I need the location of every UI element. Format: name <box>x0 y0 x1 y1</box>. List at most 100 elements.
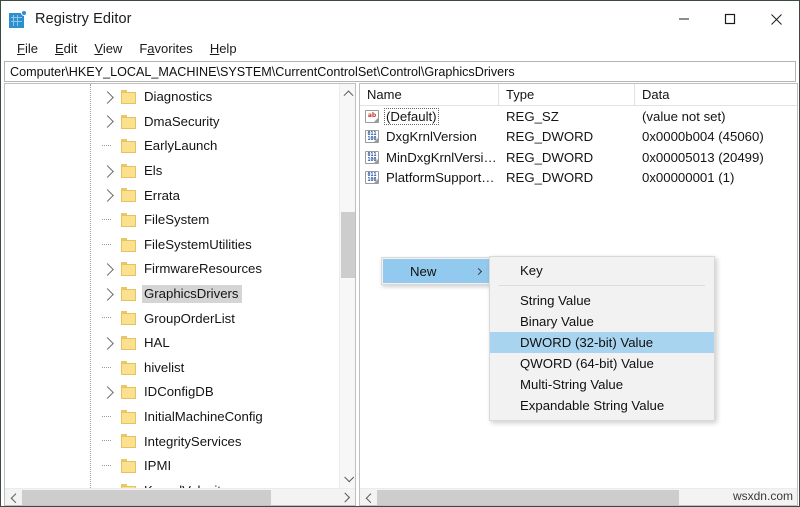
menu-file[interactable]: File <box>9 39 47 58</box>
tree-node-label: GroupOrderList <box>142 310 238 328</box>
folder-icon <box>121 361 136 375</box>
tree-node-label: IntegrityServices <box>142 433 244 451</box>
tree-node-label: hivelist <box>142 359 187 377</box>
listview-cell-name: 011100PlatformSupport… <box>360 170 499 185</box>
menu-bar: File Edit View Favorites Help <box>1 37 799 60</box>
context-menu-item-new-label: New <box>410 264 436 279</box>
tree-node-label: FirmwareResources <box>142 260 265 278</box>
folder-icon <box>121 336 136 350</box>
tree-node[interactable]: Errata <box>5 183 339 208</box>
context-submenu-item[interactable]: String Value <box>490 290 714 311</box>
maximize-button[interactable] <box>707 1 753 37</box>
tree-node[interactable]: DmaSecurity <box>5 110 339 135</box>
listview-cell-type: REG_DWORD <box>499 150 635 165</box>
tree-leaf-connector <box>102 145 111 146</box>
folder-icon <box>121 410 136 424</box>
registry-tree[interactable]: Diagnostics DmaSecurity EarlyLaunch Els Erra… <box>5 84 339 488</box>
tree-vertical-scrollbar[interactable] <box>339 84 355 488</box>
listview-row[interactable]: 011100PlatformSupport…REG_DWORD0x0000000… <box>360 168 797 189</box>
context-submenu-item[interactable]: Expandable String Value <box>490 395 714 416</box>
tree-node-label: Els <box>142 162 165 180</box>
menu-view[interactable]: View <box>86 39 131 58</box>
listview-row[interactable]: ab(Default)REG_SZ(value not set) <box>360 106 797 127</box>
listview-value-name: DxgKrnlVersion <box>384 129 479 144</box>
submenu-chevron-icon <box>475 267 482 274</box>
tree-node[interactable]: IPMI <box>5 454 339 479</box>
tree-node[interactable]: GroupOrderList <box>5 306 339 331</box>
tree-node[interactable]: IntegrityServices <box>5 429 339 454</box>
address-bar[interactable]: Computer\HKEY_LOCAL_MACHINE\SYSTEM\Curre… <box>4 61 796 82</box>
values-scroll-left-button[interactable] <box>360 489 377 505</box>
tree-expand-arrow-icon[interactable] <box>101 159 115 184</box>
tree-node[interactable]: FirmwareResources <box>5 257 339 282</box>
tree-leaf-connector <box>102 416 111 417</box>
folder-icon <box>121 287 136 301</box>
context-submenu-item[interactable]: DWORD (32-bit) Value <box>490 332 714 353</box>
tree-horizontal-scrollbar[interactable] <box>5 488 355 505</box>
context-menu-new: New <box>381 257 492 285</box>
context-submenu-item[interactable]: Key <box>490 260 714 281</box>
tree-node[interactable]: FileSystemUtilities <box>5 233 339 258</box>
tree-node[interactable]: EarlyLaunch <box>5 134 339 159</box>
window-title: Registry Editor <box>35 11 132 27</box>
context-submenu-item[interactable]: Multi-String Value <box>490 374 714 395</box>
tree-scroll-right-button[interactable] <box>338 489 355 505</box>
folder-icon <box>121 115 136 129</box>
listview-cell-data: 0x0000b004 (45060) <box>635 129 797 144</box>
tree-node[interactable]: hivelist <box>5 356 339 381</box>
tree-node[interactable]: IDConfigDB <box>5 380 339 405</box>
tree-node[interactable]: KernelVelocity <box>5 479 339 489</box>
tree-node-label: InitialMachineConfig <box>142 408 266 426</box>
tree-expand-arrow-icon[interactable] <box>101 183 115 208</box>
context-menu-item-new[interactable]: New <box>383 259 490 283</box>
close-button[interactable] <box>753 1 799 37</box>
context-submenu-item[interactable]: QWORD (64-bit) Value <box>490 353 714 374</box>
tree-node[interactable]: FileSystem <box>5 208 339 233</box>
column-header-data[interactable]: Data <box>635 84 797 106</box>
menu-help[interactable]: Help <box>202 39 246 58</box>
tree-vscroll-thumb[interactable] <box>341 212 355 278</box>
tree-scroll-down-button[interactable] <box>340 471 356 488</box>
tree-node-label: IPMI <box>142 457 174 475</box>
tree-node-label: EarlyLaunch <box>142 137 220 155</box>
tree-node[interactable]: Els <box>5 159 339 184</box>
tree-leaf-connector <box>102 317 111 318</box>
tree-expand-arrow-icon[interactable] <box>101 331 115 356</box>
context-submenu-item[interactable]: Binary Value <box>490 311 714 332</box>
tree-node[interactable]: GraphicsDrivers <box>5 282 339 307</box>
tree-expand-arrow-icon[interactable] <box>101 110 115 135</box>
maximize-icon <box>724 13 736 25</box>
tree-node-label: HAL <box>142 334 173 352</box>
listview-cell-name: 011100DxgKrnlVersion <box>360 129 499 144</box>
values-hscroll-thumb[interactable] <box>377 490 679 505</box>
column-header-type[interactable]: Type <box>499 84 635 106</box>
folder-icon <box>121 164 136 178</box>
listview-cell-data: (value not set) <box>635 109 797 124</box>
tree-scroll-up-button[interactable] <box>340 84 356 101</box>
column-header-name[interactable]: Name <box>360 84 499 106</box>
listview-row[interactable]: 011100DxgKrnlVersionREG_DWORD0x0000b004 … <box>360 127 797 148</box>
listview-value-name: (Default) <box>384 108 439 125</box>
tree-node[interactable]: Diagnostics <box>5 85 339 110</box>
menu-favorites[interactable]: Favorites <box>131 39 201 58</box>
tree-leaf-connector <box>102 244 111 245</box>
tree-expand-arrow-icon[interactable] <box>101 282 115 307</box>
close-icon <box>770 13 783 26</box>
tree-node-label: GraphicsDrivers <box>142 285 242 303</box>
minimize-button[interactable] <box>661 1 707 37</box>
listview-row[interactable]: 011100MinDxgKrnlVersi…REG_DWORD0x0000501… <box>360 147 797 168</box>
tree-node[interactable]: HAL <box>5 331 339 356</box>
menu-edit[interactable]: Edit <box>47 39 86 58</box>
tree-node[interactable]: InitialMachineConfig <box>5 405 339 430</box>
tree-leaf-connector <box>102 367 111 368</box>
tree-expand-arrow-icon[interactable] <box>101 85 115 110</box>
watermark: wsxdn.com <box>733 489 793 503</box>
tree-hscroll-thumb[interactable] <box>22 490 271 505</box>
values-horizontal-scrollbar[interactable] <box>360 488 797 505</box>
window-controls <box>661 1 799 37</box>
tree-expand-arrow-icon[interactable] <box>101 257 115 282</box>
tree-node-label: Diagnostics <box>142 88 215 106</box>
tree-scroll-left-button[interactable] <box>5 489 22 505</box>
listview-header: Name Type Data <box>360 84 797 106</box>
tree-expand-arrow-icon[interactable] <box>101 380 115 405</box>
